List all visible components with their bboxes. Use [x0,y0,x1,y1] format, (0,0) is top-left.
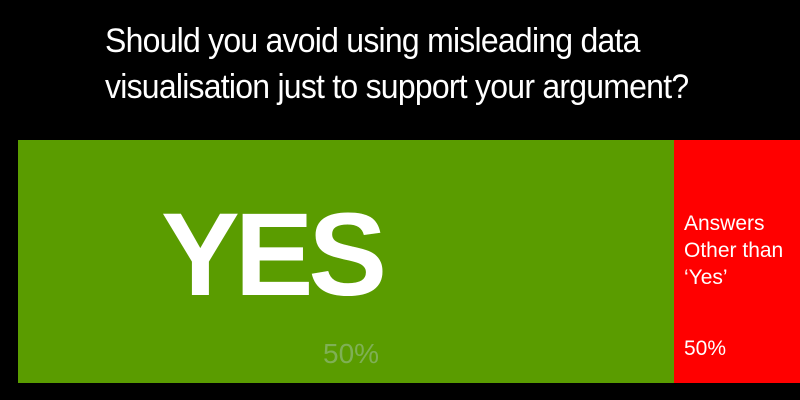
value-label-other: 50% [684,337,726,360]
value-label-yes: 50% [323,338,379,369]
question-line-1: Should you avoid using misleading data [105,22,640,60]
poll-chart: YES 50% Answers Other than ‘Yes’ 50% [18,140,800,383]
category-label-yes: YES [161,189,383,321]
question-line-2: visualisation just to support your argum… [105,68,689,106]
page: Should you avoid using misleading data v… [0,0,800,400]
category-label-other-line-1: Answers [684,212,765,235]
category-label-other-line-3: ‘Yes’ [684,266,728,289]
question-title: Should you avoid using misleading data v… [105,18,735,110]
poll-chart-svg: YES 50% Answers Other than ‘Yes’ 50% [18,140,800,383]
category-label-other-line-2: Other than [684,239,783,262]
